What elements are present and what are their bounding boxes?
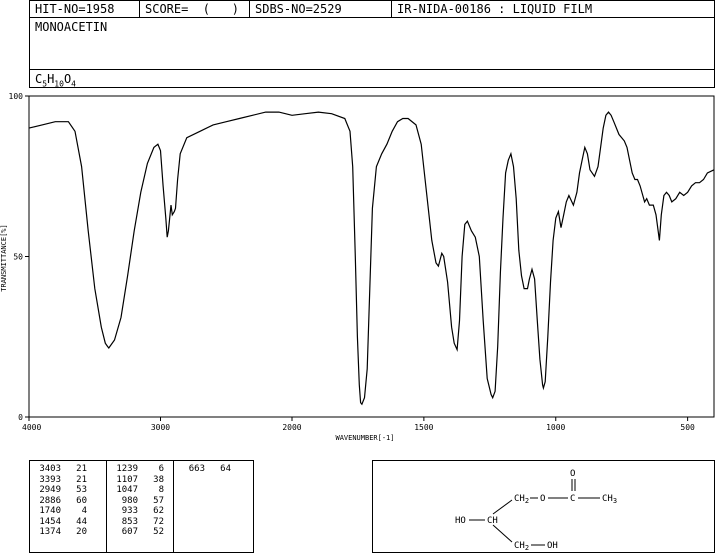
o-carbonyl: O (570, 469, 575, 479)
transmittance-series-line (28, 111, 715, 406)
peak-row: 1239 6 (106, 464, 176, 475)
peak-transmittance: 57 (153, 495, 164, 506)
peak-row: 980 57 (106, 496, 176, 507)
peak-wavenumber: 1107 (116, 474, 138, 485)
peak-row: 933 62 (106, 506, 176, 517)
y-tick-label: 100 (9, 92, 24, 101)
peak-row: 1454 44 (29, 517, 99, 528)
peak-wavenumber: 663 (188, 464, 205, 474)
peak-wavenumber: 980 (121, 495, 138, 506)
x-tick-label: 4000 (22, 423, 41, 432)
ch-center: CH (487, 516, 498, 526)
peak-transmittance: 64 (220, 464, 231, 474)
ch2-bottom: CH2 (514, 541, 529, 552)
peak-transmittance: 8 (158, 485, 164, 495)
peak-wavenumber: 933 (121, 506, 138, 516)
c-carbonyl: C (570, 494, 575, 504)
chemical-structure: HO CH CH2 O C O CH3 CH2 OH (455, 469, 617, 552)
plot-frame (28, 95, 715, 418)
peak-wavenumber: 607 (121, 527, 138, 537)
ir-spectrum-chart: 100500 4000 3000 2000 1500 1000 500 WAVENUMBE… (0, 92, 715, 442)
peak-transmittance: 4 (81, 506, 87, 516)
y-tick-label: 50 (13, 253, 23, 262)
bond-ch-ch2-top (492, 499, 513, 515)
x-tick-label: 1500 (414, 423, 433, 432)
ch2-top: CH2 (514, 494, 529, 505)
y-axis-label: TRANSMITTANCE[%] (0, 224, 8, 291)
x-tick-label: 3000 (151, 423, 170, 432)
peak-row: 607 52 (106, 527, 176, 538)
ho-group: HO (455, 516, 466, 526)
peak-transmittance: 21 (76, 464, 87, 474)
o-ester: O (540, 494, 545, 504)
peak-row: 3403 21 (29, 464, 99, 475)
x-tick-label: 2000 (282, 423, 301, 432)
peak-row: 2886 60 (29, 496, 99, 507)
ch3-group: CH3 (602, 494, 617, 505)
peak-row: 3393 21 (29, 475, 99, 486)
peak-wavenumber: 853 (121, 516, 138, 527)
peak-wavenumber: 2949 (39, 485, 61, 495)
peak-transmittance: 53 (76, 485, 87, 495)
peak-wavenumber: 1374 (39, 527, 61, 537)
peak-row: 1107 38 (106, 475, 176, 486)
x-tick-label: 500 (680, 423, 695, 432)
peak-wavenumber: 1047 (116, 485, 138, 495)
peak-wavenumber: 1454 (39, 516, 61, 527)
peak-row: 1374 20 (29, 527, 99, 538)
peak-transmittance: 6 (158, 464, 164, 474)
peak-transmittance: 52 (153, 527, 164, 537)
oh-group: OH (547, 541, 558, 551)
peak-transmittance: 44 (76, 516, 87, 527)
peak-table: 3403 21 3393 21 2949 53 2886 60 1740 4 1454 44 1374 2… (29, 464, 254, 552)
peak-wavenumber: 2886 (39, 495, 61, 506)
peak-row: 663 64 (173, 464, 243, 475)
x-axis-label: WAVENUMBER[-1] (335, 434, 394, 442)
peak-row: 2949 53 (29, 485, 99, 496)
bond-ch-ch2-bottom (492, 524, 513, 543)
peak-transmittance: 62 (153, 506, 164, 516)
peak-row: 853 72 (106, 517, 176, 528)
peak-transmittance: 20 (76, 527, 87, 537)
peak-wavenumber: 1239 (116, 464, 138, 474)
peak-row: 1047 8 (106, 485, 176, 496)
x-tick-label: 1000 (546, 423, 565, 432)
peak-wavenumber: 3403 (39, 464, 61, 474)
peak-wavenumber: 1740 (39, 506, 61, 516)
peak-transmittance: 21 (76, 474, 87, 485)
y-tick-label: 0 (18, 413, 23, 422)
peak-transmittance: 38 (153, 474, 164, 485)
peak-transmittance: 72 (153, 516, 164, 527)
peak-wavenumber: 3393 (39, 474, 61, 485)
peak-row: 1740 4 (29, 506, 99, 517)
peak-transmittance: 60 (76, 495, 87, 506)
